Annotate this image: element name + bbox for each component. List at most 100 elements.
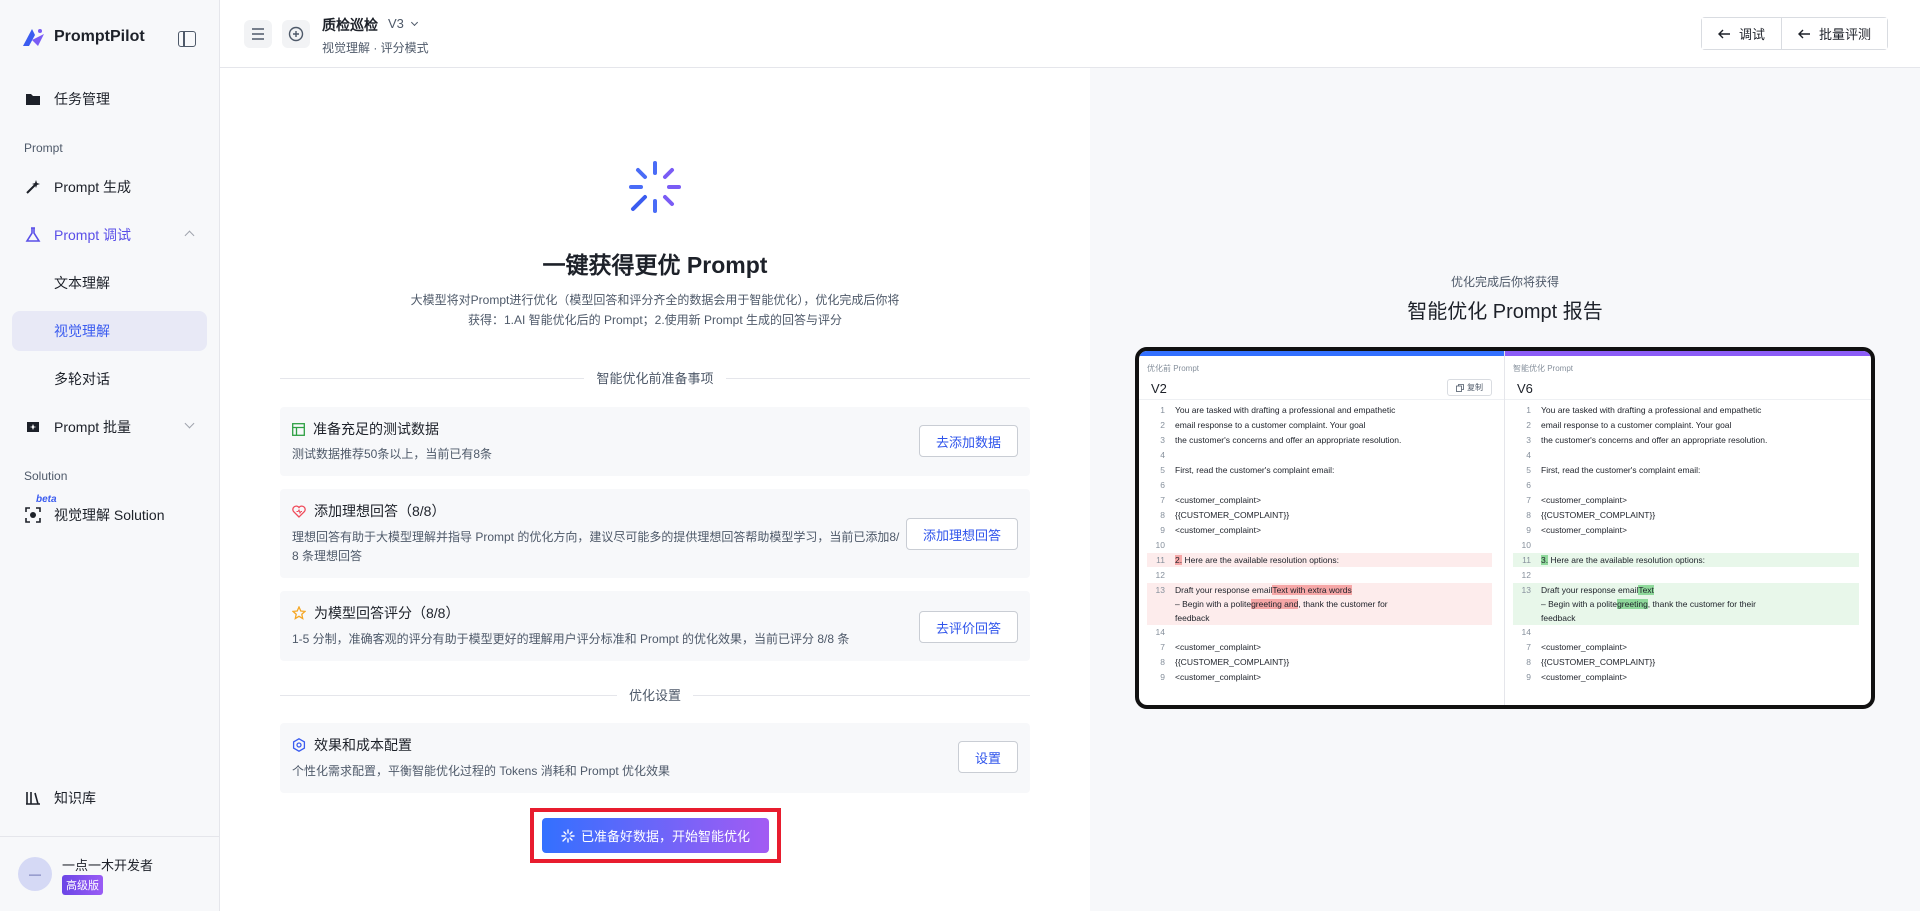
top-bar: 质检巡检 V3 视觉理解 · 评分模式 调试 批量评测 <box>220 0 1920 68</box>
card-title-text: 为模型回答评分（8/8） <box>314 605 460 621</box>
star-icon <box>292 606 306 620</box>
debug-button[interactable]: 调试 <box>1701 18 1781 49</box>
line-text <box>1175 538 1492 552</box>
pane-accent-bar <box>1505 351 1871 356</box>
sidebar-item-knowledge-base[interactable]: 知识库 <box>12 778 207 818</box>
line-number: 10 <box>1521 540 1531 550</box>
diff-pane-before: 优化前 Prompt V2 复制 1 You are tasked with dr… <box>1139 351 1505 705</box>
line-text: <customer_complaint> <box>1541 642 1627 652</box>
sidebar-item-prompt-batch[interactable]: Prompt 批量 <box>12 407 207 447</box>
sidebar-item-prompt-generate[interactable]: Prompt 生成 <box>12 167 207 207</box>
sidebar-item-label: 视觉理解 Solution <box>54 507 165 523</box>
line-text: the customer's concerns and offer an app… <box>1541 435 1768 445</box>
code-line: 6 <box>1513 478 1859 492</box>
task-subtitle: 视觉理解 · 评分模式 <box>322 41 429 55</box>
folder-icon <box>24 90 42 108</box>
plus-circle-icon <box>288 26 304 42</box>
sparkle-icon <box>629 161 681 213</box>
brand[interactable]: PromptPilot <box>20 26 145 48</box>
card-cost-config: 效果和成本配置 个性化需求配置，平衡智能优化过程的 Tokens 消耗和 Pro… <box>280 723 1030 793</box>
card-test-data: 准备充足的测试数据 测试数据推荐50条以上，当前已有8条 去添加数据 <box>280 407 1030 476</box>
line-text: 3. Here are the available resolution opt… <box>1541 555 1705 565</box>
settings-section-divider: 优化设置 <box>280 685 1030 705</box>
code-line: 6 <box>1147 478 1492 492</box>
sidebar-item-task-management[interactable]: 任务管理 <box>12 79 207 119</box>
add-data-button[interactable]: 去添加数据 <box>918 425 1018 457</box>
sidebar-item-label: 视觉理解 <box>54 323 110 339</box>
start-optimize-button[interactable]: 已准备好数据，开始智能优化 <box>542 818 769 853</box>
line-number: 12 <box>1155 570 1165 580</box>
add-ideal-answer-button[interactable]: 添加理想回答 <box>905 518 1018 550</box>
code-line: 4 <box>1513 448 1859 462</box>
code-line: – Begin with a politegreeting and, thank… <box>1147 597 1492 611</box>
sidebar-item-visual-understanding[interactable]: 视觉理解 <box>12 311 207 351</box>
card-ideal-answers: 添加理想回答（8/8） 理想回答有助于大模型理解并指导 Prompt 的优化方向… <box>280 489 1030 578</box>
line-text: <customer_complaint> <box>1175 672 1261 682</box>
line-text: {{CUSTOMER_COMPLAINT}} <box>1541 510 1656 520</box>
sidebar-item-prompt-debug[interactable]: Prompt 调试 <box>12 215 207 255</box>
batch-eval-button-label: 批量评测 <box>1818 27 1871 42</box>
line-text: Draft your response emailText <box>1541 585 1654 595</box>
line-number: 1 <box>1526 405 1531 415</box>
code-line: 5 First, read the customer's complaint em… <box>1147 463 1492 477</box>
line-text: <customer_complaint> <box>1175 525 1261 535</box>
version-select[interactable]: V3 <box>388 16 418 31</box>
hero-title: 一键获得更优 Prompt <box>542 252 768 278</box>
line-number: 5 <box>1160 465 1165 475</box>
line-text: {{CUSTOMER_COMPLAINT}} <box>1541 657 1656 667</box>
line-text: Draft your response emailText with extra… <box>1175 585 1352 595</box>
rate-answers-button[interactable]: 去评价回答 <box>918 611 1018 643</box>
code-line: 7 <customer_complaint> <box>1147 640 1492 654</box>
diff-pane-after: 智能优化 Prompt V6 1 You are tasked with draf… <box>1505 351 1871 705</box>
menu-button[interactable] <box>244 20 272 48</box>
sidebar-item-text-understanding[interactable]: 文本理解 <box>12 263 207 303</box>
line-number: 11 <box>1156 555 1165 565</box>
sidebar-collapse-icon[interactable] <box>178 31 196 47</box>
line-number: 7 <box>1160 495 1165 505</box>
prep-section-title: 智能优化前准备事项 <box>584 368 726 387</box>
card-rate-answers: 为模型回答评分（8/8） 1-5 分制，准确客观的评分有助于模型更好的理解用户评… <box>280 591 1030 661</box>
line-text: – Begin with a politegreeting, thank the… <box>1541 599 1756 609</box>
add-button[interactable] <box>282 20 310 48</box>
diff-highlight: greeting and <box>1251 599 1299 609</box>
line-number: 3 <box>1160 435 1165 445</box>
line-text: feedback <box>1175 613 1210 623</box>
line-number: 7 <box>1526 495 1531 505</box>
table-icon <box>292 422 305 436</box>
arrow-left-icon <box>1797 29 1810 38</box>
code-line: 7 <customer_complaint> <box>1513 493 1859 507</box>
diff-highlight: 2. <box>1175 555 1183 565</box>
hero-description: 大模型将对Prompt进行优化（模型回答和评分齐全的数据会用于智能优化），优化完… <box>410 293 900 327</box>
avatar: — <box>18 857 52 891</box>
sidebar-item-label: 知识库 <box>54 790 96 806</box>
card-title: 效果和成本配置 <box>292 735 412 755</box>
user-name: 一点一木开发者 <box>62 858 154 873</box>
batch-eval-button[interactable]: 批量评测 <box>1780 18 1887 49</box>
code-line: 8 {{CUSTOMER_COMPLAINT}} <box>1513 655 1859 669</box>
user-profile[interactable]: — 一点一木开发者 高级版 <box>0 836 220 911</box>
sidebar-item-label: Prompt 生成 <box>54 179 132 195</box>
card-description: 测试数据推荐50条以上，当前已有8条 <box>292 447 493 461</box>
code-line: 12 <box>1513 568 1859 582</box>
line-text: <customer_complaint> <box>1541 672 1627 682</box>
pane-accent-bar <box>1139 351 1504 356</box>
line-text <box>1541 448 1859 462</box>
code-line: 11 3. Here are the available resolution o… <box>1513 553 1859 567</box>
sidebar-item-visual-solution[interactable]: 视觉理解 Solution <box>12 495 207 535</box>
section-label-prompt: Prompt <box>24 141 63 155</box>
top-actions: 调试 批量评测 <box>1700 17 1888 50</box>
line-number: 6 <box>1526 480 1531 490</box>
settings-button[interactable]: 设置 <box>957 741 1018 773</box>
code-line: – Begin with a politegreeting, thank the… <box>1513 597 1859 611</box>
flask-icon <box>24 226 42 244</box>
code-line: 9 <customer_complaint> <box>1513 670 1859 684</box>
copy-button[interactable]: 复制 <box>1447 379 1492 396</box>
code-line: 3 the customer's concerns and offer an ap… <box>1147 433 1492 447</box>
line-number: 3 <box>1526 435 1531 445</box>
line-number: 14 <box>1521 627 1531 637</box>
sidebar-item-multi-turn[interactable]: 多轮对话 <box>12 359 207 399</box>
line-text: email response to a customer complaint. … <box>1175 420 1366 430</box>
code-line: 4 <box>1147 448 1492 462</box>
code-line: 2 email response to a customer complaint.… <box>1513 418 1859 432</box>
library-icon <box>24 789 42 807</box>
